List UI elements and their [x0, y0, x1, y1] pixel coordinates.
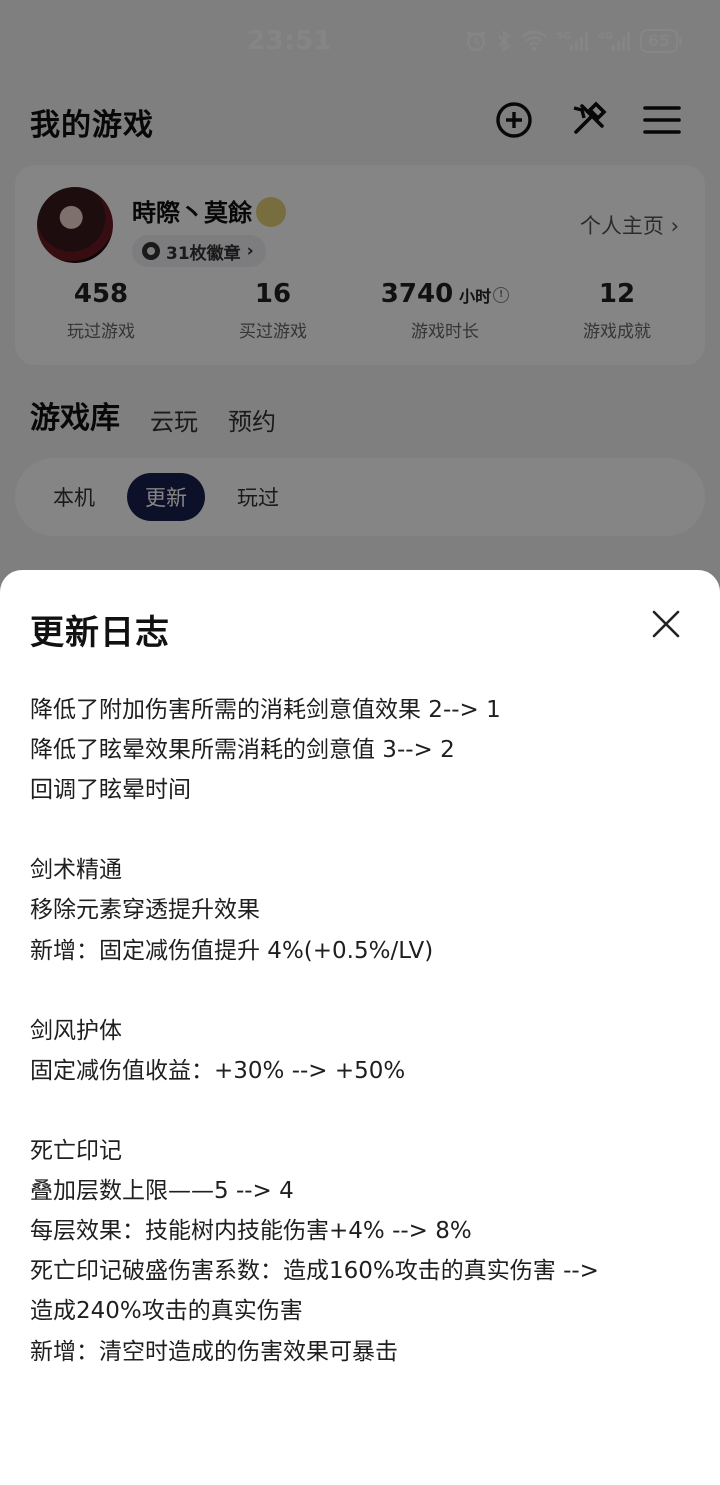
log-line: 降低了眩晕效果所需消耗的剑意值 3--> 2 [30, 737, 455, 764]
log-line: 剑术精通 [30, 857, 122, 884]
log-line: 造成240%攻击的真实伤害 [30, 1298, 303, 1325]
log-line: 移除元素穿透提升效果 [30, 897, 260, 924]
log-line: 死亡印记破盛伤害系数：造成160%攻击的真实伤害 --> [30, 1258, 599, 1285]
update-log-body[interactable]: 降低了附加伤害所需的消耗剑意值效果 2--> 1 降低了眩晕效果所需消耗的剑意值… [30, 670, 690, 1485]
close-button[interactable] [646, 604, 686, 644]
log-line: 新增：固定减伤值提升 4%(+0.5%/LV) [30, 937, 434, 964]
log-lines: 降低了附加伤害所需的消耗剑意值效果 2--> 1 降低了眩晕效果所需消耗的剑意值… [30, 690, 690, 1372]
log-line: 新增：清空时造成的伤害效果可暴击 [30, 1338, 398, 1365]
log-line: 每层效果：技能树内技能伤害+4% --> 8% [30, 1218, 472, 1245]
log-line: 回调了眩晕时间 [30, 777, 191, 804]
log-line: 降低了附加伤害所需的消耗剑意值效果 2--> 1 [30, 697, 501, 723]
log-line: 剑风护体 [30, 1017, 122, 1044]
sheet-title: 更新日志 [30, 613, 170, 653]
update-log-sheet: 更新日志 降低了附加伤害所需的消耗剑意值效果 2--> 1 降低了眩晕效果所需消… [0, 570, 720, 1485]
log-line: 固定减伤值收益：+30% --> +50% [30, 1057, 406, 1084]
log-line: 叠加层数上限——5 --> 4 [30, 1178, 294, 1205]
close-icon [652, 610, 680, 638]
log-line: 死亡印记 [30, 1138, 122, 1165]
